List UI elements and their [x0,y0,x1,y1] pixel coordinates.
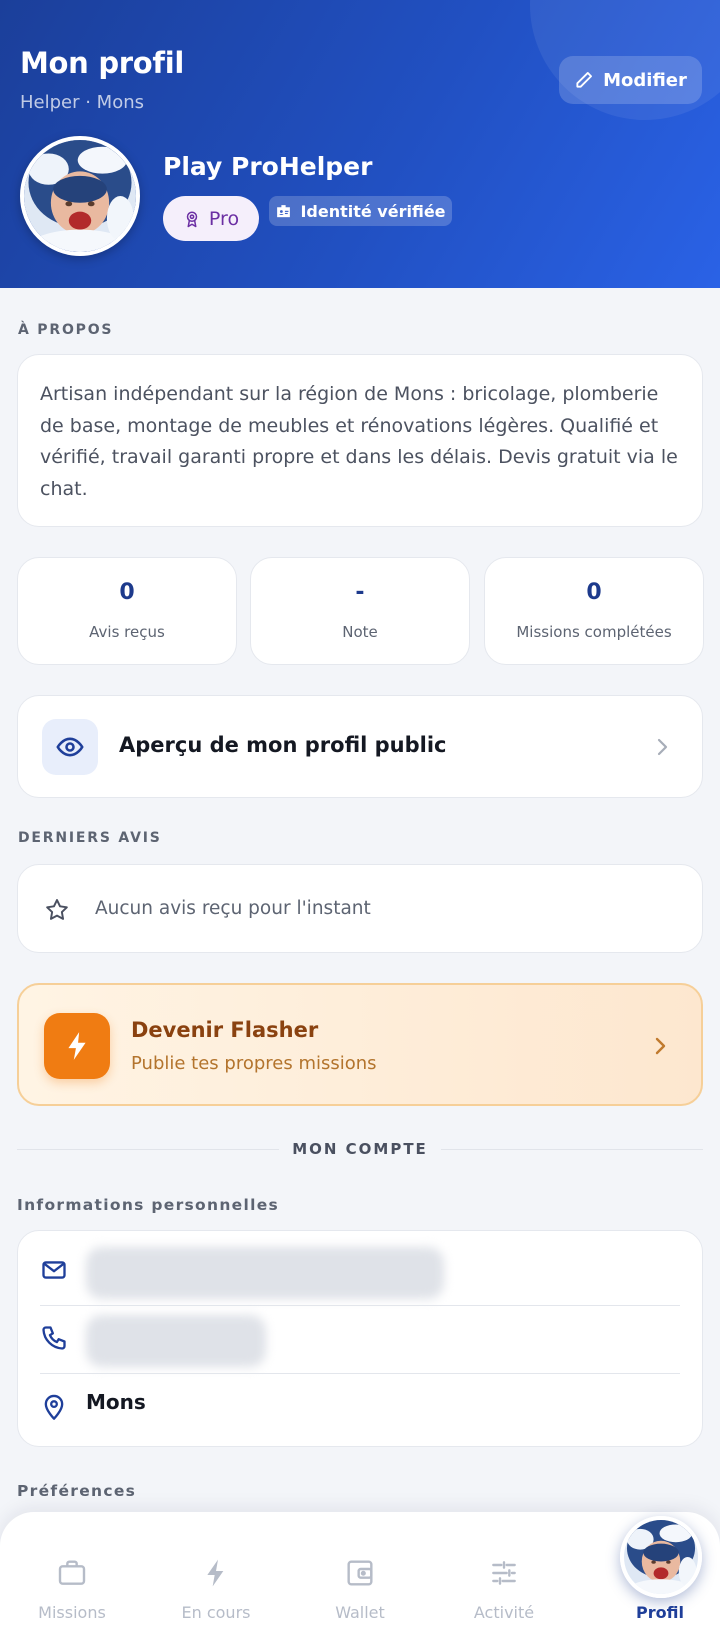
stat-value: 0 [586,580,602,605]
about-section-label: À PROPOS [18,322,114,338]
stat-label: Avis reçus [89,623,165,641]
public-profile-preview-button[interactable]: Aperçu de mon profil public [17,695,703,798]
identity-verified-badge: Identité vérifiée [269,196,452,226]
nav-label: Missions [38,1603,106,1622]
phone-field[interactable] [86,1315,266,1367]
verified-badge-label: Identité vérifiée [300,201,446,221]
lightning-icon [207,1559,224,1587]
bottom-navigation: Missions En cours Wallet Activité Profil [0,1512,720,1640]
nav-label: Activité [473,1603,535,1622]
stat-value: 0 [119,580,135,605]
location-value[interactable]: Mons [86,1390,146,1414]
sliders-icon [492,1561,516,1585]
flasher-title: Devenir Flasher [131,1018,319,1042]
about-card: Artisan indépendant sur la région de Mon… [17,354,703,527]
pro-badge-label: Pro [208,207,240,230]
pencil-icon [576,72,593,88]
lightning-icon [68,1032,86,1060]
nav-label: En cours [181,1603,251,1622]
pro-badge: Pro [163,196,259,241]
stat-value: - [355,580,365,605]
stat-label: Missions complétées [516,623,672,641]
about-text: Artisan indépendant sur la région de Mon… [40,383,678,500]
nav-activite[interactable]: Activité [432,1512,576,1640]
briefcase-icon [58,1560,86,1585]
avatar-photo [24,140,136,252]
account-section-label: MON COMPTE [292,1140,428,1158]
nav-wallet[interactable]: Wallet [288,1512,432,1640]
stat-reviews-count: 0 Avis reçus [17,557,237,665]
chevron-right-icon [657,738,668,756]
page-title: Mon profil [20,46,185,80]
flasher-icon-box [44,1013,110,1079]
chevron-right-icon [655,1037,666,1055]
row-divider [40,1373,680,1374]
nav-en-cours[interactable]: En cours [144,1512,288,1640]
personal-info-card: Mons [17,1230,703,1447]
edit-profile-button[interactable]: Modifier [559,56,702,104]
reviews-section-label: DERNIERS AVIS [18,830,162,846]
flasher-subtitle: Publie tes propres missions [131,1053,377,1074]
eye-icon [56,737,84,757]
become-flasher-button[interactable]: Devenir Flasher Publie tes propres missi… [17,983,703,1106]
stat-rating: - Note [250,557,470,665]
page-subtitle: Helper · Mons [20,92,145,113]
stat-label: Note [342,623,378,641]
location-pin-icon [44,1394,64,1420]
preview-icon-box [42,719,98,775]
mail-icon [42,1261,66,1279]
nav-label: Profil [636,1603,684,1622]
award-icon [186,211,198,227]
personal-info-heading: Informations personnelles [17,1196,280,1214]
wallet-icon [347,1560,373,1586]
reviews-empty-text: Aucun avis reçu pour l'instant [95,898,371,919]
stat-missions-completed: 0 Missions complétées [484,557,704,665]
email-field[interactable] [86,1247,444,1299]
edit-button-label: Modifier [603,69,687,91]
preferences-heading: Préférences [17,1482,137,1500]
avatar[interactable] [620,1516,702,1598]
id-card-icon [277,204,291,217]
avatar[interactable] [20,136,140,256]
nav-label: Wallet [335,1603,385,1622]
star-icon [46,899,68,920]
preview-label: Aperçu de mon profil public [119,733,447,757]
reviews-empty-card: Aucun avis reçu pour l'instant [17,864,703,953]
user-name: Play ProHelper [163,152,373,181]
avatar-photo [624,1520,698,1594]
profile-header: Mon profil Helper · Mons Modifier Play P… [0,0,720,288]
nav-missions[interactable]: Missions [0,1512,144,1640]
row-divider [40,1305,680,1306]
phone-icon [42,1326,66,1350]
